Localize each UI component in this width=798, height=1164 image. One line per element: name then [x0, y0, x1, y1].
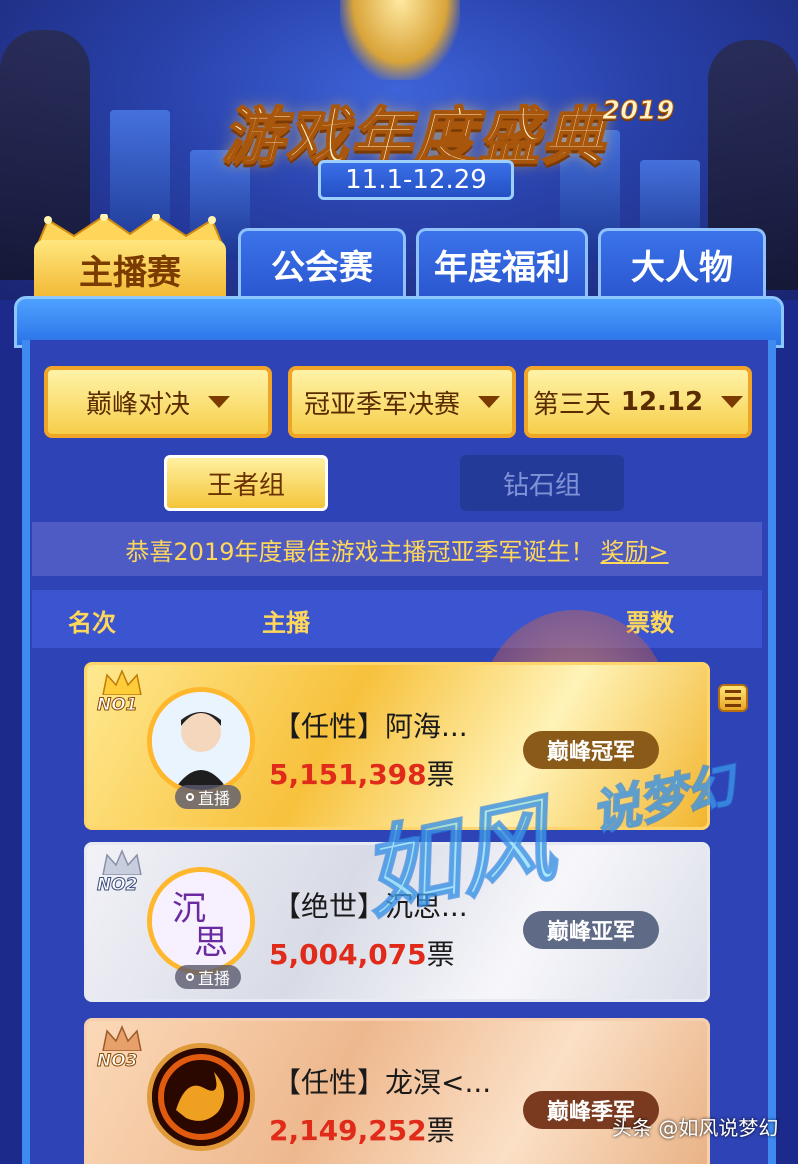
- crown-icon: [102, 1025, 142, 1051]
- tab-annual-rewards[interactable]: 年度福利: [416, 228, 588, 298]
- live-badge: 直播: [175, 785, 241, 809]
- crown-icon: [102, 849, 142, 875]
- round-dropdown[interactable]: 冠亚季军决赛: [288, 366, 516, 438]
- event-dates: 11.1-12.29: [318, 160, 514, 200]
- event-year: 2019: [601, 96, 675, 127]
- vote-count: 2,149,252票: [269, 1114, 455, 1147]
- tab-big-shots[interactable]: 大人物: [598, 228, 766, 298]
- group-diamond-button[interactable]: 钻石组: [460, 455, 624, 511]
- avatar-image: [152, 1048, 250, 1146]
- live-badge: 直播: [175, 965, 241, 989]
- rank-label: NO1: [97, 695, 139, 716]
- avatar[interactable]: [147, 687, 255, 795]
- trophy-icon: [340, 0, 460, 80]
- ranking-table-header: 名次 主播 票数: [32, 590, 762, 648]
- tab-guild-contest[interactable]: 公会赛: [238, 228, 406, 298]
- crown-icon: [102, 669, 142, 695]
- rank-label: NO3: [97, 1051, 139, 1072]
- title-badge: 巅峰冠军: [523, 731, 659, 769]
- rewards-link[interactable]: 奖励>: [600, 532, 668, 567]
- column-rank: 名次: [68, 609, 116, 637]
- stage-dropdown-value: 巅峰对决: [85, 389, 190, 420]
- avatar-image: 沉 思: [152, 872, 250, 970]
- rank-label: NO2: [97, 875, 139, 896]
- streamer-name[interactable]: 【绝世】沉思...: [273, 885, 468, 925]
- ranking-row[interactable]: NO2 沉 思 直播 【绝世】沉思... 5,004,075票 巅峰亚军: [84, 842, 710, 1002]
- stage-dropdown[interactable]: 巅峰对决: [44, 366, 272, 438]
- chevron-down-icon: [478, 396, 500, 408]
- vote-count: 5,151,398票: [269, 758, 455, 791]
- title-badge: 巅峰亚军: [523, 911, 659, 949]
- winner-notice: 恭喜2019年度最佳游戏主播冠亚季军诞生！ 奖励>: [32, 522, 762, 576]
- avatar[interactable]: 沉 思: [147, 867, 255, 975]
- streamer-name[interactable]: 【任性】阿海...: [273, 705, 468, 745]
- menu-icon[interactable]: [718, 684, 748, 712]
- group-king-button[interactable]: 王者组: [164, 455, 328, 511]
- tab-streamer-contest[interactable]: 主播赛: [34, 240, 226, 298]
- chevron-down-icon: [208, 396, 230, 408]
- notice-text: 恭喜2019年度最佳游戏主播冠亚季军诞生！: [125, 537, 595, 566]
- chevron-down-icon: [721, 396, 744, 408]
- day-dropdown[interactable]: 第三天 12.12: [524, 366, 752, 438]
- vote-count: 5,004,075票: [269, 938, 455, 971]
- ranking-row[interactable]: NO3 【任性】龙溟<... 2,149,252票 巅峰季军: [84, 1018, 710, 1164]
- day-dropdown-date: 12.12: [620, 387, 704, 417]
- svg-text:思: 思: [194, 923, 228, 963]
- avatar-image: [152, 692, 250, 790]
- avatar[interactable]: [147, 1043, 255, 1151]
- column-streamer: 主播: [262, 609, 310, 637]
- day-dropdown-label: 第三天: [532, 389, 611, 420]
- ranking-row[interactable]: NO1 直播 【任性】阿海... 5,151,398票 巅峰冠军: [84, 662, 710, 830]
- round-dropdown-value: 冠亚季军决赛: [303, 389, 460, 420]
- source-watermark: 头条 @如风说梦幻: [612, 1116, 779, 1140]
- streamer-name[interactable]: 【任性】龙溟<...: [273, 1061, 491, 1101]
